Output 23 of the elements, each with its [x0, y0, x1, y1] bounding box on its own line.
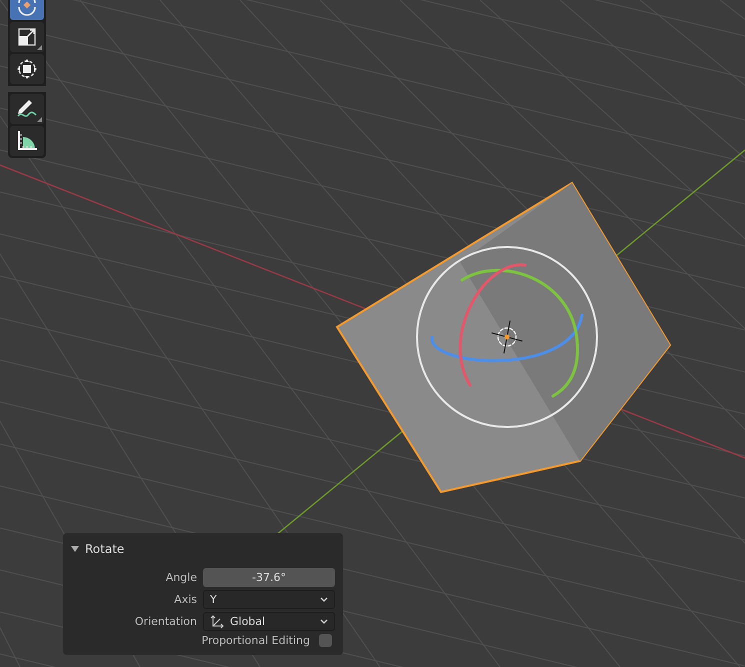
panel-title: Rotate	[85, 542, 124, 556]
field-label: Orientation	[134, 615, 197, 628]
chevron-down-icon	[320, 618, 328, 624]
rotate-gizmo[interactable]	[416, 246, 598, 428]
checkbox[interactable]	[319, 634, 332, 647]
transform-tool-button[interactable]	[10, 54, 44, 84]
dropdown[interactable]: Y	[203, 590, 335, 609]
collapse-icon[interactable]	[71, 545, 79, 553]
measure-tool-button[interactable]	[10, 126, 44, 156]
transform-icon	[16, 58, 38, 80]
ruler-icon	[15, 129, 39, 153]
axes-icon	[210, 614, 224, 628]
field-label: Axis	[173, 593, 197, 606]
scale-icon	[16, 26, 38, 48]
chevron-down-icon	[320, 596, 328, 602]
field-label: Angle	[164, 571, 197, 584]
dropdown[interactable]: Global	[203, 612, 335, 631]
annotate-tool-button[interactable]	[10, 94, 44, 124]
scale-tool-button[interactable]	[10, 22, 44, 52]
angle-field[interactable]: -37.6°	[203, 568, 335, 587]
selected-cube[interactable]	[336, 182, 672, 494]
rotate-icon	[15, 0, 39, 17]
checkbox-label: Proportional Editing	[202, 634, 310, 647]
